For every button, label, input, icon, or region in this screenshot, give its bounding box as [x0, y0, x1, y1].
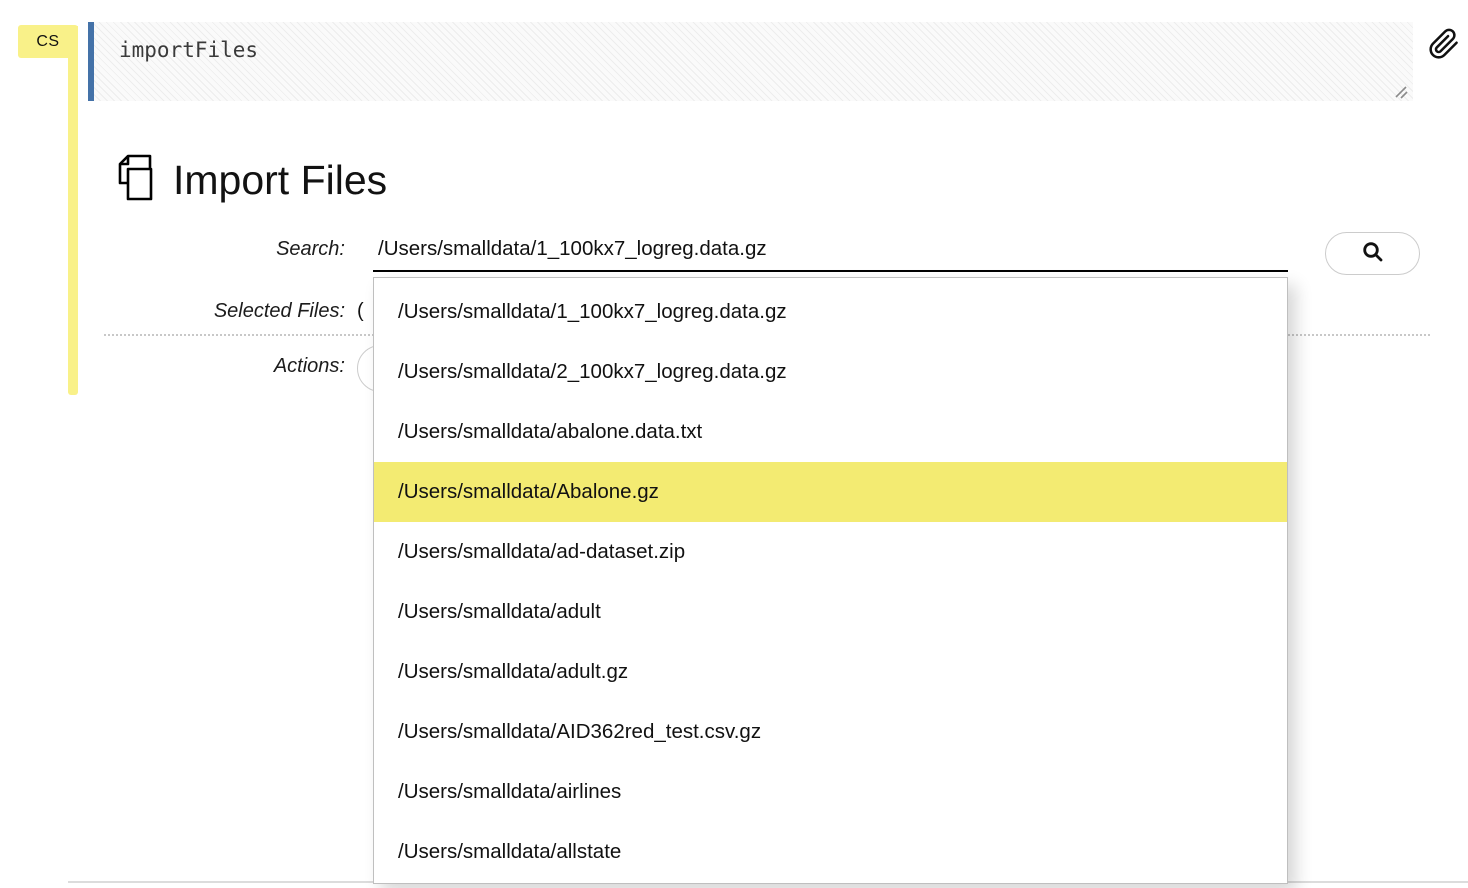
search-button[interactable]	[1325, 232, 1420, 275]
files-icon	[111, 152, 159, 209]
dropdown-item[interactable]: /Users/smalldata/1_100kx7_logreg.data.gz	[374, 282, 1287, 342]
dropdown-item[interactable]: /Users/smalldata/abalone.data.txt	[374, 402, 1287, 462]
resize-handle-icon[interactable]	[1393, 81, 1409, 97]
search-label: Search:	[0, 238, 345, 261]
dropdown-item[interactable]: /Users/smalldata/adult.gz	[374, 642, 1287, 702]
selected-files-label: Selected Files:	[0, 300, 345, 323]
search-icon	[1361, 240, 1385, 267]
page-title: Import Files	[173, 157, 387, 204]
file-suggestions-dropdown: /Users/smalldata/1_100kx7_logreg.data.gz…	[373, 277, 1288, 884]
actions-label: Actions:	[0, 355, 345, 378]
dropdown-item-highlighted[interactable]: /Users/smalldata/Abalone.gz	[374, 462, 1287, 522]
search-input[interactable]	[373, 230, 1288, 272]
paperclip-icon[interactable]	[1428, 26, 1460, 62]
cell-type-badge[interactable]: CS	[18, 25, 78, 58]
page-title-row: Import Files	[111, 152, 387, 209]
dropdown-item[interactable]: /Users/smalldata/airlines	[374, 762, 1287, 822]
cell-selection-bar	[68, 26, 78, 395]
dropdown-item[interactable]: /Users/smalldata/2_100kx7_logreg.data.gz	[374, 342, 1287, 402]
dropdown-item[interactable]: /Users/smalldata/AID362red_test.csv.gz	[374, 702, 1287, 762]
dropdown-item[interactable]: /Users/smalldata/allstate	[374, 822, 1287, 882]
dropdown-item[interactable]: /Users/smalldata/ad-dataset.zip	[374, 522, 1287, 582]
code-input[interactable]: importFiles	[88, 22, 1413, 101]
dropdown-item[interactable]: /Users/smalldata/adult	[374, 582, 1287, 642]
code-text: importFiles	[119, 38, 258, 62]
selected-files-value: (	[357, 300, 364, 323]
